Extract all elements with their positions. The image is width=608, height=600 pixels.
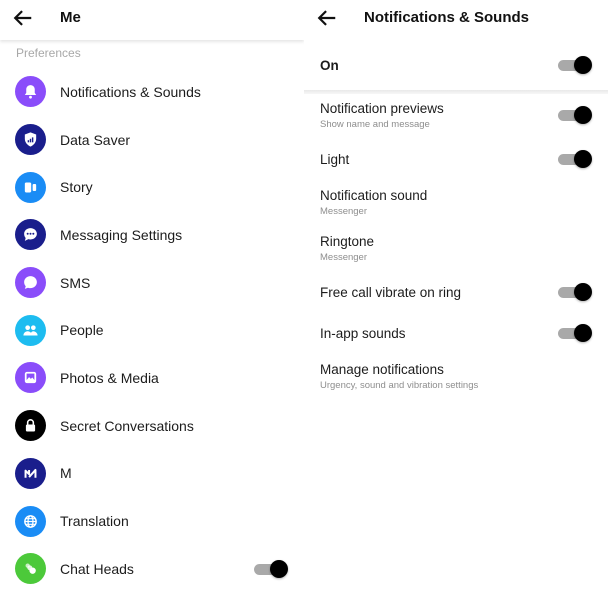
notifications-on-label: On (320, 58, 339, 73)
menu-item-m[interactable]: M (0, 450, 304, 498)
notifications-header: Notifications & Sounds (304, 0, 608, 40)
menu-item-photos-media[interactable]: Photos & Media (0, 354, 304, 402)
menu-item-chat-heads[interactable]: Chat Heads (0, 545, 304, 593)
menu-item-label: M (60, 465, 72, 482)
notifications-on-toggle[interactable] (558, 55, 592, 75)
chat-bubble-icon (15, 267, 46, 299)
menu-item-label: Chat Heads (60, 560, 134, 577)
row-subtitle: Messenger (320, 252, 367, 263)
free-call-vibrate-row[interactable]: Free call vibrate on ring (304, 280, 608, 306)
section-divider (304, 90, 608, 94)
notification-previews-toggle[interactable] (558, 105, 592, 125)
photo-icon (15, 362, 46, 394)
story-icon (15, 171, 46, 203)
back-button[interactable] (12, 7, 34, 29)
menu-item-label: Photos & Media (60, 369, 159, 386)
light-toggle[interactable] (558, 149, 592, 169)
m-assistant-icon (15, 457, 46, 489)
menu-item-people[interactable]: People (0, 306, 304, 354)
row-title: In-app sounds (320, 326, 406, 341)
preferences-list: Notifications & Sounds Data Saver Story … (0, 68, 304, 593)
notification-sound-row[interactable]: Notification sound Messenger (304, 184, 608, 220)
menu-item-data-saver[interactable]: Data Saver (0, 116, 304, 164)
manage-notifications-row[interactable]: Manage notifications Urgency, sound and … (304, 358, 608, 394)
menu-item-label: SMS (60, 274, 91, 291)
page-title: Notifications & Sounds (364, 9, 529, 26)
light-row[interactable]: Light (304, 146, 608, 172)
globe-icon (15, 505, 46, 537)
in-app-sounds-toggle[interactable] (558, 323, 592, 343)
menu-item-messaging-settings[interactable]: Messaging Settings (0, 211, 304, 259)
back-button[interactable] (316, 7, 338, 29)
me-header: Me (0, 0, 304, 40)
chat-heads-toggle[interactable] (254, 559, 288, 579)
notifications-sounds-screen: Notifications & Sounds On Notification p… (304, 0, 608, 600)
menu-item-label: Notifications & Sounds (60, 83, 201, 100)
menu-item-label: Data Saver (60, 131, 131, 148)
bell-icon (15, 76, 46, 108)
menu-item-translation[interactable]: Translation (0, 497, 304, 545)
row-title: Manage notifications (320, 362, 444, 377)
row-title: Light (320, 152, 350, 167)
notification-previews-row[interactable]: Notification previews Show name and mess… (304, 98, 608, 134)
row-subtitle: Messenger (320, 206, 367, 217)
free-call-vibrate-toggle[interactable] (558, 282, 592, 302)
row-title: Notification previews (320, 101, 444, 116)
arrow-left-icon (317, 10, 336, 26)
lock-icon (15, 410, 46, 442)
chat-bubble-dots-icon (15, 219, 46, 251)
menu-item-notifications-sounds[interactable]: Notifications & Sounds (0, 68, 304, 116)
row-title: Free call vibrate on ring (320, 285, 462, 300)
row-subtitle: Urgency, sound and vibration settings (320, 380, 479, 391)
ringtone-row[interactable]: Ringtone Messenger (304, 230, 608, 266)
page-title: Me (60, 9, 81, 26)
menu-item-sms[interactable]: SMS (0, 259, 304, 307)
menu-item-label: Translation (60, 513, 129, 530)
menu-item-label: People (60, 322, 104, 339)
menu-item-label: Story (60, 179, 93, 196)
section-label-preferences: Preferences (16, 46, 81, 60)
people-icon (15, 314, 46, 346)
menu-item-label: Messaging Settings (60, 226, 183, 243)
menu-item-label: Secret Conversations (60, 417, 194, 434)
shield-signal-icon (15, 124, 46, 156)
in-app-sounds-row[interactable]: In-app sounds (304, 321, 608, 347)
chat-heads-icon (15, 553, 46, 585)
row-subtitle: Show name and message (320, 119, 430, 130)
menu-item-story[interactable]: Story (0, 163, 304, 211)
notifications-on-row[interactable]: On (304, 50, 608, 80)
arrow-left-icon (13, 10, 32, 26)
row-title: Ringtone (320, 234, 375, 249)
me-screen: Me Preferences Notifications & Sounds Da… (0, 0, 304, 600)
row-title: Notification sound (320, 188, 428, 203)
menu-item-secret-conversations[interactable]: Secret Conversations (0, 402, 304, 450)
